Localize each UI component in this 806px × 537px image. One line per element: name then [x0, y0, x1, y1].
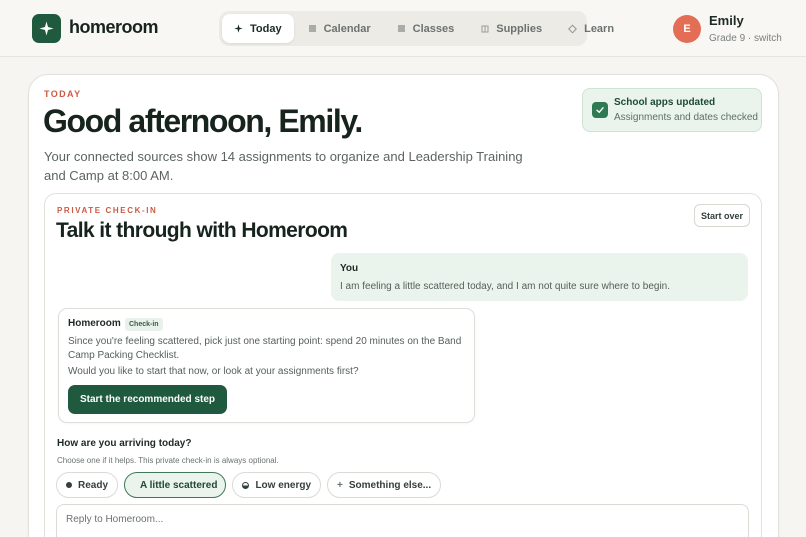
option-label: Low energy	[255, 479, 312, 491]
dot-icon	[66, 482, 72, 488]
start-recommended-step-button[interactable]: Start the recommended step	[68, 385, 227, 414]
user-name: Emily	[709, 13, 744, 28]
message-text: Since you're feeling scattered, pick jus…	[68, 336, 462, 361]
tab-label: Learn	[584, 22, 615, 35]
option-label: Something else...	[348, 479, 432, 491]
square-icon	[308, 24, 317, 33]
tab-supplies[interactable]: Supplies	[468, 14, 554, 43]
tab-calendar[interactable]: Calendar	[296, 14, 383, 43]
option-low-energy[interactable]: Low energy	[232, 472, 322, 498]
intro-text: Your connected sources show 14 assignmen…	[44, 149, 523, 183]
sync-subtitle: Assignments and dates checked	[614, 112, 758, 123]
sync-title: School apps updated	[614, 97, 716, 108]
square-icon	[397, 24, 406, 33]
checkin-eyebrow: PRIVATE CHECK-IN	[57, 206, 158, 215]
message-text: I am feeling a little scattered today, a…	[340, 281, 671, 292]
page-title: Good afternoon, Emily.	[43, 103, 363, 139]
tab-label: Today	[250, 22, 282, 35]
message-question: Would you like to start that now, or loo…	[68, 366, 359, 377]
arrival-options: Ready A little scattered Low energy + So…	[56, 472, 442, 498]
plus-icon: +	[337, 479, 343, 491]
option-something-else[interactable]: + Something else...	[327, 472, 442, 498]
box-icon	[480, 24, 489, 33]
option-label: Ready	[78, 479, 109, 491]
arrival-hint: Choose one if it helps. This private che…	[57, 456, 279, 465]
message-author: Homeroom	[68, 318, 121, 329]
option-ready[interactable]: Ready	[56, 472, 119, 498]
reply-input[interactable]	[66, 514, 726, 525]
tab-today[interactable]: Today	[222, 14, 294, 43]
top-bar: homeroom Today Calendar Classes Supplies	[0, 0, 806, 57]
today-eyebrow: TODAY	[44, 89, 82, 99]
main-nav: Today Calendar Classes Supplies Learn	[219, 11, 614, 46]
message-author: You	[340, 263, 359, 274]
checkin-title: Talk it through with Homeroom	[56, 219, 348, 242]
brand-name[interactable]: homeroom	[69, 17, 159, 38]
user-grade-switch[interactable]: Grade 9 · switch	[709, 33, 782, 44]
user-message: You I am feeling a little scattered toda…	[331, 253, 748, 301]
diamond-icon	[568, 24, 578, 33]
arrival-question: How are you arriving today?	[57, 438, 192, 449]
avatar[interactable]: E	[673, 15, 701, 43]
assistant-message: Homeroom Check-in Since you're feeling s…	[58, 308, 475, 423]
check-icon	[592, 102, 608, 118]
tab-label: Calendar	[323, 22, 371, 35]
sparkle-icon	[234, 24, 243, 33]
option-label: A little scattered	[140, 479, 218, 491]
start-over-button[interactable]: Start over	[694, 204, 750, 227]
reply-box	[56, 504, 749, 537]
tab-learn[interactable]: Learn	[556, 14, 626, 43]
option-a-little-scattered[interactable]: A little scattered	[124, 472, 227, 498]
checkin-badge: Check-in	[125, 318, 163, 331]
tab-label: Supplies	[496, 22, 543, 35]
sync-status-box: School apps updated Assignments and date…	[582, 88, 762, 132]
sparkle-icon[interactable]	[32, 14, 61, 43]
tab-classes[interactable]: Classes	[385, 14, 467, 43]
tab-label: Classes	[412, 22, 455, 35]
half-circle-icon	[242, 481, 250, 489]
